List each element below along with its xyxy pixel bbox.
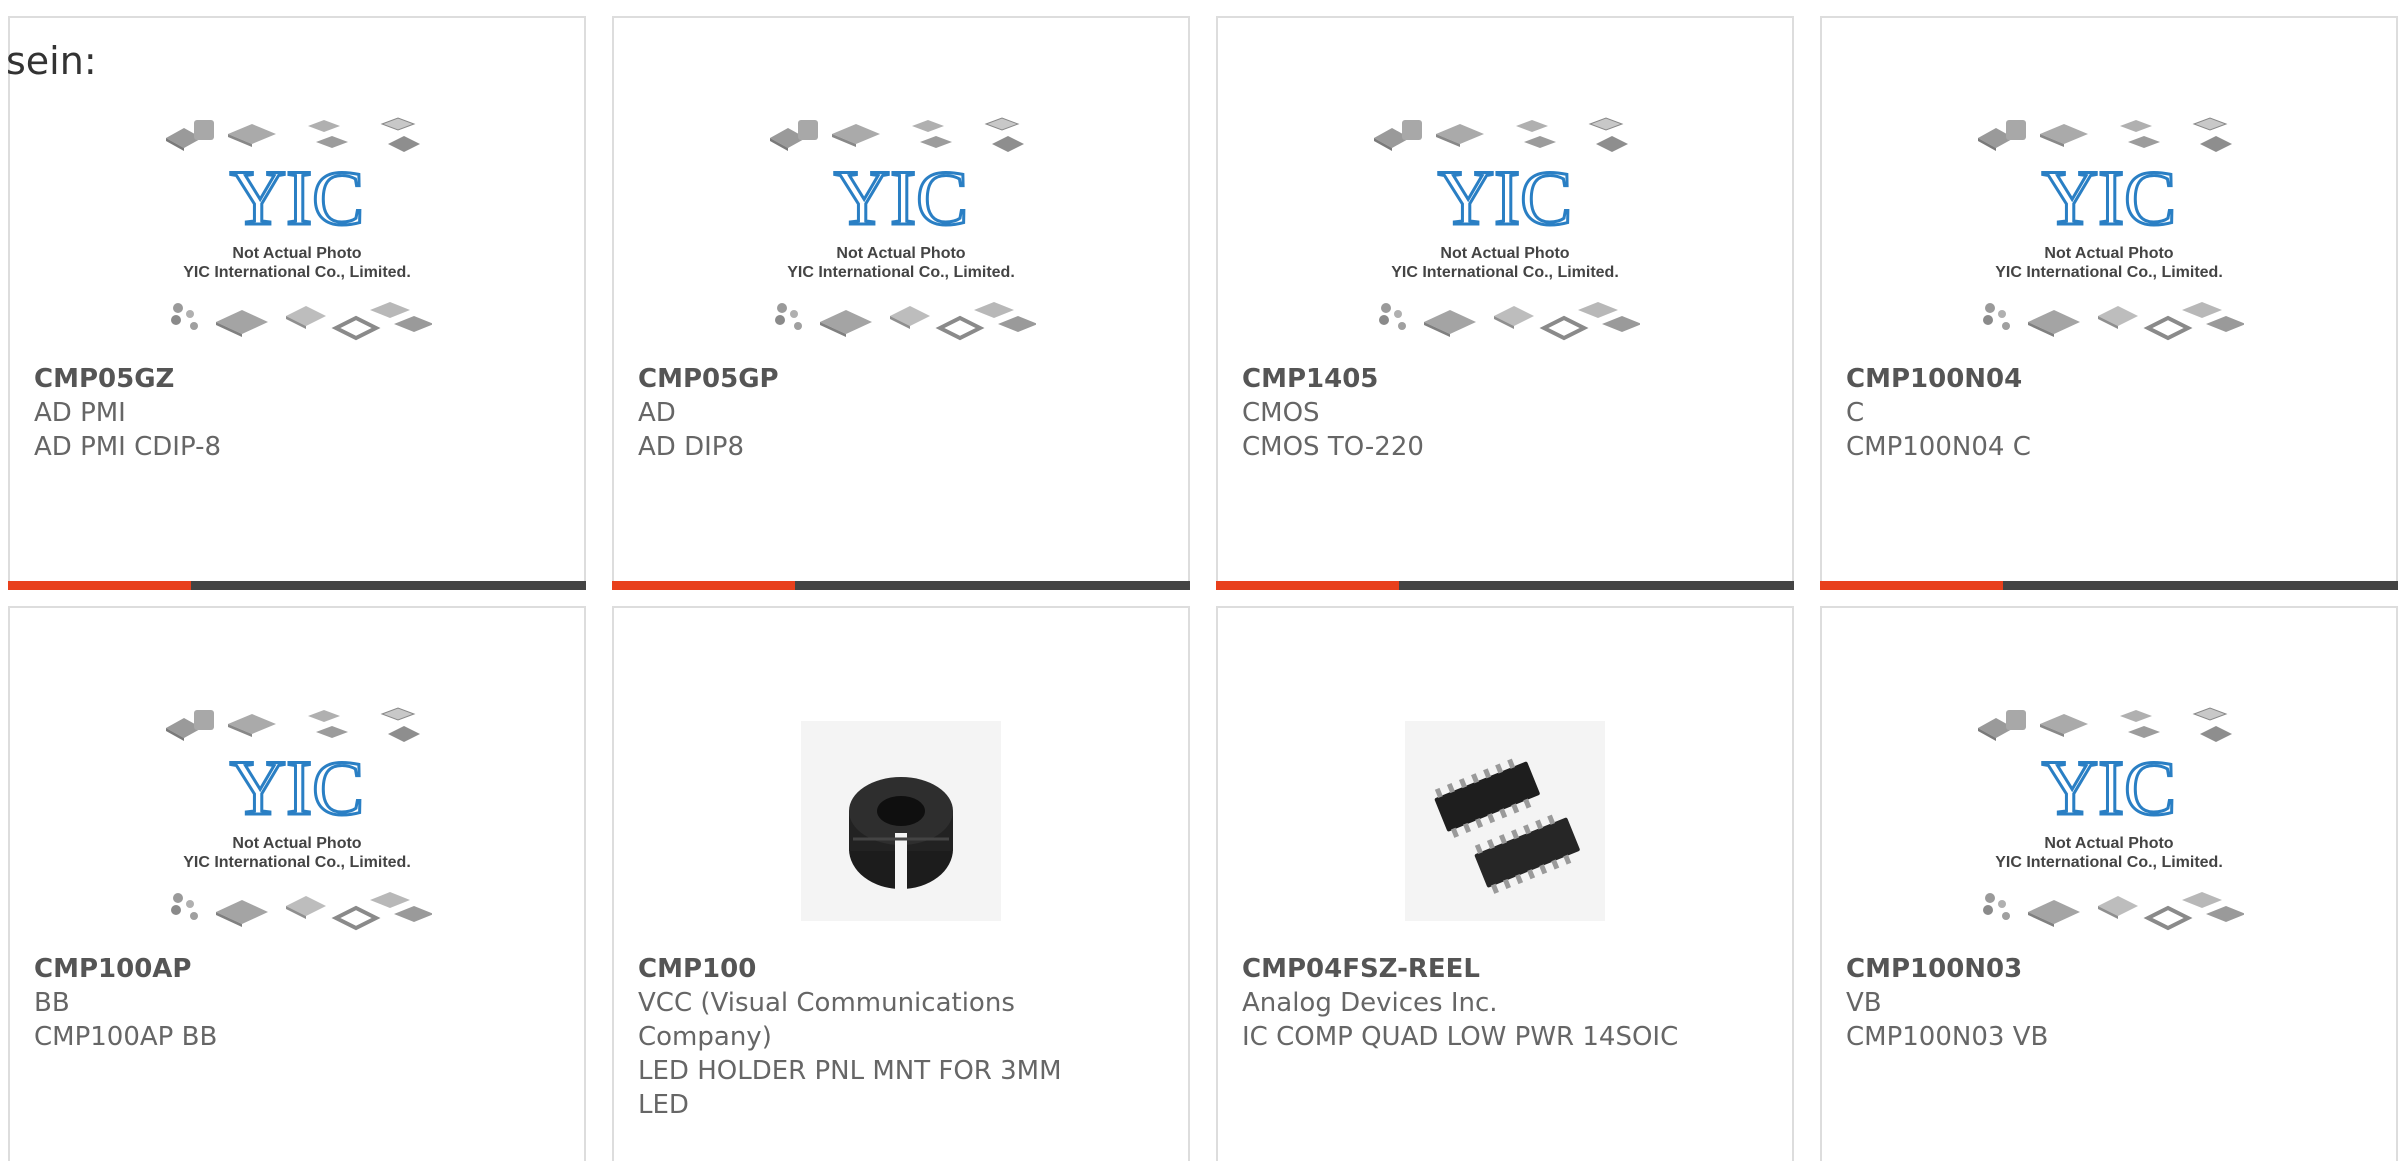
- svg-text:Not Actual Photo: Not Actual Photo: [2044, 245, 2173, 262]
- brand: C: [1846, 398, 1865, 428]
- product-image-placeholder[interactable]: YIC Not Actual Photo YIC International C…: [1822, 106, 2396, 356]
- description: AD PMI CDIP-8: [34, 432, 221, 462]
- product-card[interactable]: YIC Not Actual Photo YIC International C…: [8, 16, 586, 590]
- description: CMP100AP BB: [34, 1022, 218, 1052]
- description: CMOS TO-220: [1242, 432, 1424, 462]
- description: AD DIP8: [638, 432, 744, 462]
- description: CMP100N03 VB: [1846, 1022, 2049, 1052]
- product-image-placeholder[interactable]: YIC Not Actual Photo YIC International C…: [614, 106, 1188, 356]
- description: IC COMP QUAD LOW PWR 14SOIC: [1242, 1022, 1679, 1052]
- brand: CMOS: [1242, 398, 1320, 428]
- yic-placeholder-logo: YIC Not Actual Photo YIC International C…: [1977, 707, 2244, 930]
- description: CMP100N04 C: [1846, 432, 2031, 462]
- svg-text:YIC: YIC: [1438, 154, 1572, 241]
- brand: Analog Devices Inc.: [1242, 988, 1498, 1018]
- card-accent-bar: [1820, 581, 2398, 590]
- intro-text: sein:: [6, 39, 97, 83]
- svg-text:YIC: YIC: [834, 154, 968, 241]
- part-number[interactable]: CMP100: [638, 952, 1164, 986]
- product-card[interactable]: YIC Not Actual Photo YIC International C…: [612, 16, 1190, 590]
- brand: AD PMI: [34, 398, 126, 428]
- product-image-placeholder[interactable]: YIC Not Actual Photo YIC International C…: [10, 696, 584, 946]
- part-number[interactable]: CMP100AP: [34, 952, 560, 986]
- accent-segment: [8, 581, 191, 590]
- brand: AD: [638, 398, 676, 428]
- svg-text:YIC International Co., Limited: YIC International Co., Limited.: [183, 264, 411, 281]
- svg-text:YIC: YIC: [230, 154, 364, 241]
- svg-text:YIC International Co., Limited: YIC International Co., Limited.: [787, 264, 1015, 281]
- description: LED HOLDER PNL MNT FOR 3MM LED: [638, 1056, 1062, 1120]
- product-photo[interactable]: [614, 696, 1188, 946]
- accent-segment: [612, 581, 795, 590]
- part-number[interactable]: CMP04FSZ-REEL: [1242, 952, 1768, 986]
- product-card[interactable]: YIC Not Actual Photo YIC International C…: [1216, 16, 1794, 590]
- svg-text:YIC International Co., Limited: YIC International Co., Limited.: [1391, 264, 1619, 281]
- svg-text:Not Actual Photo: Not Actual Photo: [232, 245, 361, 262]
- product-image-placeholder[interactable]: YIC Not Actual Photo YIC International C…: [1822, 696, 2396, 946]
- part-number[interactable]: CMP100N03: [1846, 952, 2372, 986]
- svg-text:Not Actual Photo: Not Actual Photo: [232, 835, 361, 852]
- yic-placeholder-logo: YIC Not Actual Photo YIC International C…: [165, 117, 432, 340]
- svg-text:Not Actual Photo: Not Actual Photo: [1440, 245, 1569, 262]
- accent-segment: [1820, 581, 2003, 590]
- svg-text:YIC: YIC: [2042, 154, 2176, 241]
- product-grid-page: sein: YIC Not Actual Photo YIC Internati…: [0, 0, 2400, 1161]
- svg-text:YIC: YIC: [230, 744, 364, 831]
- product-card[interactable]: CMP100 VCC (Visual Communications Compan…: [612, 606, 1190, 1161]
- svg-text:Not Actual Photo: Not Actual Photo: [836, 245, 965, 262]
- svg-text:YIC International Co., Limited: YIC International Co., Limited.: [1995, 854, 2223, 871]
- yic-placeholder-logo: YIC Not Actual Photo YIC International C…: [769, 117, 1036, 340]
- soic-chip-icon: [1405, 721, 1605, 921]
- brand: VCC (Visual Communications Company): [638, 988, 1015, 1052]
- card-accent-bar: [1216, 581, 1794, 590]
- part-number[interactable]: CMP1405: [1242, 362, 1768, 396]
- accent-segment: [1216, 581, 1399, 590]
- yic-placeholder-logo: YIC Not Actual Photo YIC International C…: [1373, 117, 1640, 340]
- product-card[interactable]: CMP04FSZ-REEL Analog Devices Inc. IC COM…: [1216, 606, 1794, 1161]
- yic-placeholder-logo: YIC Not Actual Photo YIC International C…: [165, 707, 432, 930]
- led-holder-icon: [801, 721, 1001, 921]
- part-number[interactable]: CMP05GP: [638, 362, 1164, 396]
- product-card[interactable]: YIC Not Actual Photo YIC International C…: [1820, 16, 2398, 590]
- brand: BB: [34, 988, 70, 1018]
- brand: VB: [1846, 988, 1882, 1018]
- svg-text:YIC International Co., Limited: YIC International Co., Limited.: [1995, 264, 2223, 281]
- svg-text:YIC International Co., Limited: YIC International Co., Limited.: [183, 854, 411, 871]
- product-card[interactable]: YIC Not Actual Photo YIC International C…: [1820, 606, 2398, 1161]
- part-number[interactable]: CMP100N04: [1846, 362, 2372, 396]
- svg-text:Not Actual Photo: Not Actual Photo: [2044, 835, 2173, 852]
- svg-text:YIC: YIC: [2042, 744, 2176, 831]
- product-photo[interactable]: [1218, 696, 1792, 946]
- card-accent-bar: [8, 581, 586, 590]
- product-card[interactable]: YIC Not Actual Photo YIC International C…: [8, 606, 586, 1161]
- part-number[interactable]: CMP05GZ: [34, 362, 560, 396]
- card-accent-bar: [612, 581, 1190, 590]
- product-image-placeholder[interactable]: YIC Not Actual Photo YIC International C…: [10, 106, 584, 356]
- product-image-placeholder[interactable]: YIC Not Actual Photo YIC International C…: [1218, 106, 1792, 356]
- yic-placeholder-logo: YIC Not Actual Photo YIC International C…: [1977, 117, 2244, 340]
